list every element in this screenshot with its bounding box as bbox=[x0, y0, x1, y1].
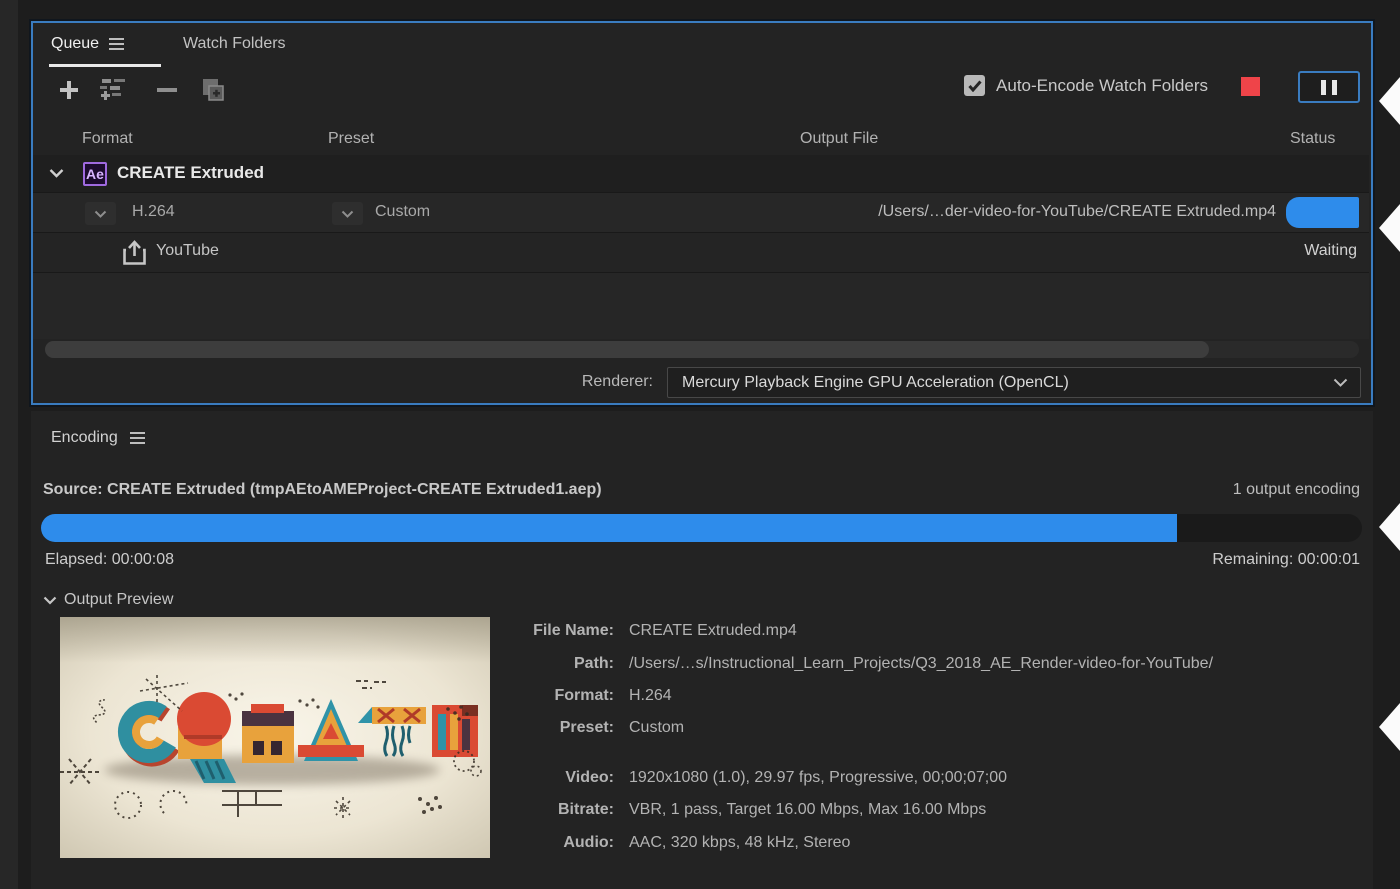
publish-destination: YouTube bbox=[156, 242, 219, 260]
renderer-value: Mercury Playback Engine GPU Acceleration… bbox=[682, 374, 1333, 392]
pause-queue-button[interactable] bbox=[1298, 71, 1360, 103]
detail-audio: Audio: AAC, 320 kbps, 48 kHz, Stereo bbox=[514, 826, 1364, 858]
tab-queue-label: Queue bbox=[51, 35, 99, 53]
renderer-dropdown[interactable]: Mercury Playback Engine GPU Acceleration… bbox=[667, 367, 1361, 398]
callout-arrow-icon bbox=[1379, 204, 1400, 252]
detail-path: Path: /Users/…s/Instructional_Learn_Proj… bbox=[514, 647, 1364, 679]
callout-arrow-icon bbox=[1379, 77, 1400, 125]
detail-bitrate: Bitrate: VBR, 1 pass, Target 16.00 Mbps,… bbox=[514, 794, 1364, 826]
duplicate-icon bbox=[199, 76, 227, 104]
active-tab-underline bbox=[49, 64, 161, 67]
horizontal-scrollbar bbox=[45, 341, 1359, 358]
column-header-status: Status bbox=[1290, 130, 1335, 148]
encoding-panel: Encoding Source: CREATE Extruded (tmpAEt… bbox=[31, 411, 1373, 889]
pause-icon bbox=[1321, 80, 1326, 95]
encoding-panel-menu-icon[interactable] bbox=[130, 432, 145, 444]
queue-source-row[interactable]: Ae CREATE Extruded bbox=[33, 155, 1369, 193]
tab-watch-folders-label: Watch Folders bbox=[183, 35, 286, 53]
tab-watch-folders[interactable]: Watch Folders bbox=[183, 23, 286, 64]
plus-icon bbox=[60, 81, 78, 99]
output-file-path[interactable]: /Users/…der-video-for-YouTube/CREATE Ext… bbox=[878, 203, 1276, 221]
column-header-preset: Preset bbox=[328, 130, 374, 148]
queue-publish-row[interactable]: YouTube Waiting bbox=[33, 233, 1369, 273]
renderer-label: Renderer: bbox=[581, 373, 653, 391]
format-value[interactable]: H.264 bbox=[132, 203, 175, 221]
minus-icon bbox=[157, 88, 177, 92]
stop-queue-button[interactable] bbox=[1241, 77, 1260, 96]
publish-share-icon bbox=[122, 240, 147, 266]
encoding-details: File Name: CREATE Extruded.mp4 Path: /Us… bbox=[514, 615, 1364, 859]
encoding-progress-bar bbox=[41, 514, 1362, 542]
publish-status: Waiting bbox=[1304, 242, 1357, 260]
add-source-button[interactable] bbox=[53, 74, 85, 106]
auto-encode-label: Auto-Encode Watch Folders bbox=[996, 76, 1208, 96]
column-header-output-file: Output File bbox=[800, 130, 878, 148]
queue-empty-area bbox=[33, 273, 1369, 339]
output-preview-image bbox=[60, 617, 490, 858]
column-header-format: Format bbox=[82, 130, 133, 148]
detail-video: Video: 1920x1080 (1.0), 29.97 fps, Progr… bbox=[514, 762, 1364, 794]
outputs-encoding-count: 1 output encoding bbox=[1233, 481, 1360, 499]
checkmark-icon bbox=[968, 80, 982, 92]
status-progress-pill bbox=[1286, 197, 1359, 228]
detail-file-name: File Name: CREATE Extruded.mp4 bbox=[514, 615, 1364, 647]
detail-preset: Preset: Custom bbox=[514, 712, 1364, 744]
callout-arrow-icon bbox=[1379, 703, 1400, 751]
after-effects-badge-icon: Ae bbox=[83, 162, 107, 186]
queue-toolbar: Auto-Encode Watch Folders bbox=[33, 69, 1371, 113]
output-preset-icon bbox=[98, 77, 128, 103]
chevron-down-icon bbox=[1333, 378, 1348, 387]
queue-panel: Queue Watch Folders bbox=[31, 21, 1373, 405]
chevron-down-icon bbox=[43, 596, 57, 605]
encoding-panel-title: Encoding bbox=[51, 429, 118, 447]
tab-queue[interactable]: Queue bbox=[51, 23, 124, 64]
auto-encode-checkbox[interactable] bbox=[964, 75, 985, 96]
add-output-button[interactable] bbox=[97, 74, 129, 106]
remaining-time: Remaining: 00:00:01 bbox=[1212, 551, 1360, 569]
renderer-row: Renderer: Mercury Playback Engine GPU Ac… bbox=[33, 367, 1371, 399]
output-preview-label: Output Preview bbox=[64, 591, 173, 609]
preset-dropdown-button[interactable] bbox=[332, 202, 363, 225]
media-encoder-window: Queue Watch Folders bbox=[0, 0, 1400, 889]
preset-value[interactable]: Custom bbox=[375, 203, 430, 221]
queue-panel-menu-icon[interactable] bbox=[109, 38, 124, 50]
auto-encode-toggle[interactable]: Auto-Encode Watch Folders bbox=[964, 75, 1208, 96]
collapse-group-chevron-icon[interactable] bbox=[49, 168, 64, 178]
encoding-source-line: Source: CREATE Extruded (tmpAEtoAMEProje… bbox=[43, 481, 602, 499]
duplicate-button[interactable] bbox=[197, 74, 229, 106]
queue-output-row[interactable]: H.264 Custom /Users/…der-video-for-YouTu… bbox=[33, 193, 1369, 233]
queue-column-headers: Format Preset Output File Status bbox=[33, 127, 1371, 155]
encoding-progress-fill bbox=[41, 514, 1177, 542]
callout-arrow-icon bbox=[1379, 503, 1400, 551]
detail-format: Format: H.264 bbox=[514, 680, 1364, 712]
horizontal-scrollbar-thumb[interactable] bbox=[45, 341, 1209, 358]
queue-tab-bar: Queue Watch Folders bbox=[33, 23, 1371, 67]
format-dropdown-button[interactable] bbox=[85, 202, 116, 225]
source-name: CREATE Extruded bbox=[117, 163, 264, 183]
output-preview-toggle[interactable]: Output Preview bbox=[43, 591, 173, 609]
elapsed-time: Elapsed: 00:00:08 bbox=[45, 551, 174, 569]
remove-item-button[interactable] bbox=[151, 74, 183, 106]
